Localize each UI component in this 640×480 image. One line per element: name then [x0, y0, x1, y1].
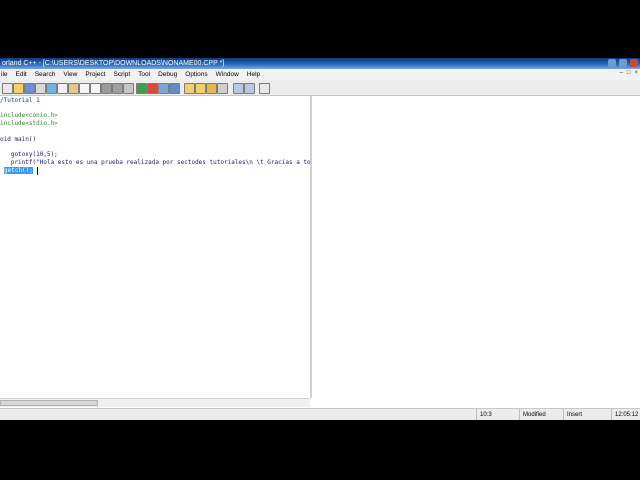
scrollbar-thumb[interactable] [0, 400, 98, 406]
borland-ide-window: orland C++ - [C:\USERS\DESKTOP\DOWNLOADS… [0, 58, 640, 420]
cursor-position: 10:3 [476, 409, 519, 420]
menu-file[interactable]: ile [0, 69, 12, 80]
tile-vertical-icon[interactable] [244, 83, 255, 94]
status-bar: 10:3 Modified Insert 12:05:12 [0, 408, 640, 420]
menu-project[interactable]: Project [81, 69, 109, 80]
doc-minimize-icon[interactable]: – [620, 70, 623, 76]
make-icon[interactable] [158, 83, 169, 94]
document-window-controls: – □ × [620, 70, 638, 76]
breakpoint-icon[interactable] [206, 83, 217, 94]
doc-restore-icon[interactable]: □ [627, 70, 631, 76]
search-icon[interactable] [101, 83, 112, 94]
menu-script[interactable]: Script [110, 69, 135, 80]
watch-icon[interactable] [217, 83, 228, 94]
open-folder-icon[interactable] [13, 83, 24, 94]
print-icon[interactable] [35, 83, 46, 94]
save-icon[interactable] [24, 83, 35, 94]
copy-icon[interactable] [57, 83, 68, 94]
menu-help[interactable]: Help [243, 69, 264, 80]
doc-close-icon[interactable]: × [634, 70, 638, 76]
undo-icon[interactable] [79, 83, 90, 94]
code-line-comment: /Tutorial 1 [0, 97, 40, 104]
maximize-button[interactable] [619, 59, 627, 67]
search-again-icon[interactable] [123, 83, 134, 94]
minimize-button[interactable] [608, 59, 616, 67]
window-controls [608, 59, 638, 67]
modified-indicator: Modified [519, 409, 563, 420]
menu-options[interactable]: Options [181, 69, 211, 80]
run-icon[interactable] [136, 83, 147, 94]
menu-view[interactable]: View [59, 69, 81, 80]
insert-mode-indicator: Insert [563, 409, 611, 420]
paste-icon[interactable] [68, 83, 79, 94]
menu-edit[interactable]: Edit [12, 69, 31, 80]
code-editor[interactable]: /Tutorial 1 include<conio.h> include<std… [0, 96, 466, 398]
menu-bar: ile Edit Search View Project Script Tool… [0, 69, 640, 80]
text-cursor [36, 167, 38, 175]
new-file-icon[interactable] [2, 83, 13, 94]
selected-text[interactable]: getch(); [4, 167, 33, 174]
replace-icon[interactable] [112, 83, 123, 94]
redo-icon[interactable] [90, 83, 101, 94]
code-line-getch-row: getch(); [4, 167, 38, 175]
code-line-main: oid main() [0, 136, 37, 143]
menu-window[interactable]: Window [212, 69, 243, 80]
menu-debug[interactable]: Debug [154, 69, 181, 80]
build-icon[interactable] [169, 83, 180, 94]
menu-search[interactable]: Search [31, 69, 60, 80]
horizontal-scrollbar[interactable] [0, 398, 310, 407]
toolbar [0, 80, 640, 96]
cut-icon[interactable] [46, 83, 57, 94]
step-over-icon[interactable] [184, 83, 195, 94]
title-bar: orland C++ - [C:\USERS\DESKTOP\DOWNLOADS… [0, 58, 640, 69]
code-line-include-stdio: include<stdio.h> [0, 120, 58, 127]
window-title: orland C++ - [C:\USERS\DESKTOP\DOWNLOADS… [2, 60, 225, 67]
menu-tool[interactable]: Tool [134, 69, 154, 80]
code-line-gotoxy: gotoxy(10,5); [0, 151, 58, 158]
tile-horizontal-icon[interactable] [233, 83, 244, 94]
close-button[interactable] [630, 59, 638, 67]
clock: 12:05:12 [611, 409, 640, 420]
trace-into-icon[interactable] [195, 83, 206, 94]
secondary-pane[interactable] [312, 96, 640, 398]
stop-icon[interactable] [147, 83, 158, 94]
code-line-include-conio: include<conio.h> [0, 112, 58, 119]
help-icon[interactable] [259, 83, 270, 94]
